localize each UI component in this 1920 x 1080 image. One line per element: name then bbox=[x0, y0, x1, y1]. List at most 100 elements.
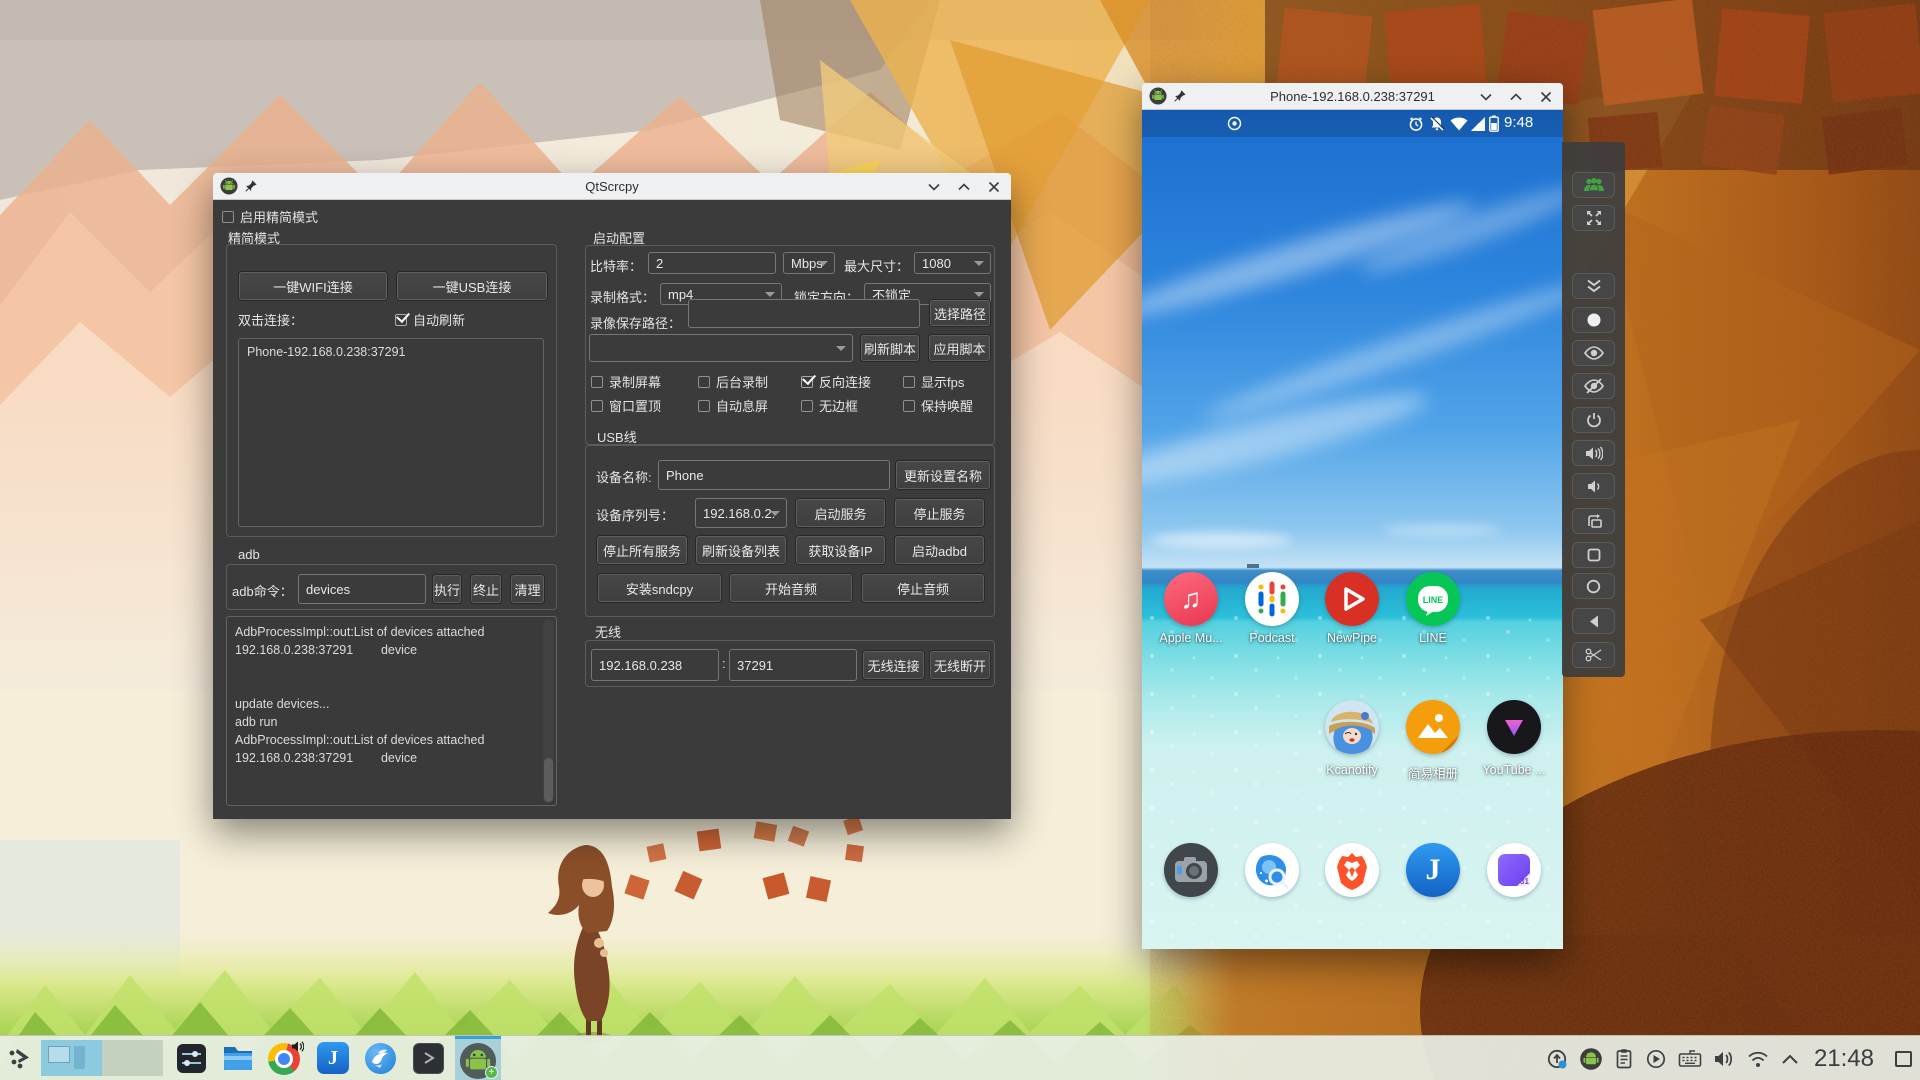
record-path-input[interactable] bbox=[688, 299, 920, 328]
bird-app-icon[interactable] bbox=[365, 1043, 396, 1074]
chrome-icon[interactable] bbox=[268, 1041, 302, 1075]
minimize-button[interactable] bbox=[927, 180, 941, 194]
network-tray-icon[interactable] bbox=[1746, 1049, 1770, 1069]
script-combo[interactable] bbox=[589, 334, 853, 362]
record-screen-checkbox[interactable]: 录制屏幕 bbox=[591, 372, 661, 391]
log-scrollbar-handle[interactable] bbox=[544, 758, 553, 802]
wireless-connect-button[interactable]: 无线连接 bbox=[862, 650, 925, 680]
device-name-input[interactable]: Phone bbox=[658, 460, 890, 490]
wireless-disconnect-button[interactable]: 无线断开 bbox=[929, 650, 991, 680]
volume-up-button[interactable] bbox=[1572, 440, 1615, 466]
rotate-screen-button[interactable] bbox=[1572, 508, 1615, 534]
refresh-device-button[interactable]: 刷新设备列表 bbox=[695, 535, 787, 565]
stop-audio-button[interactable]: 停止音频 bbox=[861, 573, 985, 603]
media-player-tray-icon[interactable] bbox=[1645, 1048, 1667, 1070]
apply-script-button[interactable]: 应用脚本 bbox=[928, 334, 991, 362]
log-scrollbar[interactable] bbox=[543, 619, 554, 803]
wireless-ip-input[interactable]: 192.168.0.238 bbox=[591, 649, 719, 681]
pager-desktop-1[interactable] bbox=[41, 1040, 102, 1076]
clear-button[interactable]: 清理 bbox=[510, 574, 545, 604]
minimize-button[interactable] bbox=[1479, 90, 1493, 104]
window-on-top-checkbox[interactable]: 窗口置顶 bbox=[591, 396, 661, 415]
wifi-connect-button[interactable]: 一键WIFI连接 bbox=[238, 271, 388, 301]
adb-cmd-input[interactable]: devices bbox=[298, 574, 426, 604]
joplin-taskbar-icon[interactable]: J bbox=[317, 1042, 349, 1074]
youtube-vanced-app-icon[interactable] bbox=[1487, 700, 1541, 754]
apple-music-app-icon[interactable]: ♫ bbox=[1164, 572, 1218, 626]
update-name-button[interactable]: 更新设置名称 bbox=[895, 460, 991, 490]
photo-search-app-icon[interactable] bbox=[1245, 843, 1299, 897]
background-record-checkbox[interactable]: 后台录制 bbox=[698, 372, 768, 391]
choose-path-button[interactable]: 选择路径 bbox=[929, 299, 991, 327]
stop-service-button[interactable]: 停止服务 bbox=[894, 498, 985, 528]
auto-refresh-checkbox[interactable]: 自动刷新 bbox=[395, 310, 465, 329]
update-tray-icon[interactable] bbox=[1546, 1048, 1568, 1070]
app-label[interactable]: LINE bbox=[1419, 631, 1447, 645]
power-button[interactable] bbox=[1572, 407, 1615, 433]
clipboard-tray-icon[interactable] bbox=[1614, 1048, 1634, 1070]
calendar-app-icon[interactable]: 31 bbox=[1487, 843, 1541, 897]
line-app-icon[interactable]: LINE bbox=[1406, 572, 1460, 626]
file-manager-icon[interactable] bbox=[222, 1043, 254, 1073]
app-label[interactable]: Kcanotify bbox=[1326, 763, 1377, 777]
android-tray-icon[interactable] bbox=[1579, 1047, 1603, 1071]
expand-notifications-button[interactable] bbox=[1572, 273, 1615, 299]
gallery-app-icon[interactable] bbox=[1406, 700, 1460, 754]
newpipe-app-icon[interactable] bbox=[1325, 572, 1379, 626]
show-fps-checkbox[interactable]: 显示fps bbox=[903, 372, 964, 391]
auto-screen-off-checkbox[interactable]: 自动息屏 bbox=[698, 396, 768, 415]
max-size-combo[interactable]: 1080 bbox=[914, 252, 991, 274]
app-label[interactable]: Apple Mu... bbox=[1159, 631, 1222, 645]
wireless-port-input[interactable]: 37291 bbox=[729, 649, 857, 681]
phone-titlebar[interactable]: Phone-192.168.0.238:37291 bbox=[1142, 83, 1563, 110]
get-ip-button[interactable]: 获取设备IP bbox=[795, 535, 886, 565]
app-switch-button[interactable] bbox=[1572, 542, 1615, 568]
home-button[interactable] bbox=[1572, 573, 1615, 599]
terminate-button[interactable]: 终止 bbox=[470, 574, 502, 604]
execute-button[interactable]: 执行 bbox=[432, 574, 462, 604]
settings-app-icon[interactable] bbox=[177, 1044, 206, 1073]
close-button[interactable] bbox=[1539, 90, 1553, 104]
stop-all-button[interactable]: 停止所有服务 bbox=[596, 535, 688, 565]
joplin-app-icon[interactable]: J bbox=[1406, 843, 1460, 897]
qtscrcpy-titlebar[interactable]: QtScrcpy bbox=[213, 173, 1011, 200]
app-launcher-button[interactable] bbox=[7, 1044, 35, 1072]
group-control-button[interactable] bbox=[1572, 172, 1615, 198]
camera-app-icon[interactable] bbox=[1164, 843, 1218, 897]
adb-log[interactable]: AdbProcessImpl::out:List of devices atta… bbox=[226, 616, 557, 806]
bitrate-input[interactable]: 2 bbox=[648, 252, 776, 274]
keep-awake-checkbox[interactable]: 保持唤醒 bbox=[903, 396, 973, 415]
app-label[interactable]: NewPipe bbox=[1327, 631, 1377, 645]
close-button[interactable] bbox=[987, 180, 1001, 194]
app-label[interactable]: 简易相册 bbox=[1408, 763, 1458, 782]
app-label[interactable]: YouTube ... bbox=[1482, 763, 1545, 777]
fullscreen-button[interactable] bbox=[1572, 205, 1615, 231]
refresh-script-button[interactable]: 刷新脚本 bbox=[860, 334, 920, 362]
device-list-item[interactable]: Phone-192.168.0.238:37291 bbox=[247, 343, 405, 361]
screen-on-button[interactable] bbox=[1572, 340, 1615, 366]
usb-connect-button[interactable]: 一键USB连接 bbox=[396, 271, 548, 301]
volume-down-button[interactable] bbox=[1572, 473, 1615, 499]
app-label[interactable]: Podcast bbox=[1249, 631, 1294, 645]
qtscrcpy-task-button[interactable]: + bbox=[455, 1036, 501, 1080]
touch-toggle-button[interactable] bbox=[1572, 307, 1615, 333]
serial-combo[interactable]: 192.168.0.2: bbox=[695, 498, 787, 528]
kcanotify-app-icon[interactable] bbox=[1325, 700, 1379, 754]
maximize-button[interactable] bbox=[1509, 90, 1523, 104]
start-adbd-button[interactable]: 启动adbd bbox=[894, 535, 985, 565]
device-list[interactable]: Phone-192.168.0.238:37291 bbox=[238, 338, 544, 527]
screenshot-button[interactable] bbox=[1572, 642, 1615, 668]
brave-app-icon[interactable] bbox=[1325, 843, 1379, 897]
tray-expand-caret[interactable] bbox=[1781, 1053, 1799, 1065]
virtual-desktop-pager[interactable] bbox=[41, 1040, 163, 1076]
screen-off-button[interactable] bbox=[1572, 373, 1615, 399]
pager-desktop-2[interactable] bbox=[102, 1040, 163, 1076]
start-service-button[interactable]: 启动服务 bbox=[795, 498, 886, 528]
reverse-connect-checkbox[interactable]: 反向连接 bbox=[801, 372, 871, 391]
podcast-app-icon[interactable] bbox=[1245, 572, 1299, 626]
start-audio-button[interactable]: 开始音频 bbox=[729, 573, 853, 603]
volume-tray-icon[interactable] bbox=[1713, 1049, 1735, 1069]
enable-simple-mode-checkbox[interactable]: 启用精简模式 bbox=[222, 207, 318, 226]
phone-screen[interactable]: 9:48 ♫ LINE Apple Mu... Podcast bbox=[1142, 110, 1563, 949]
bitrate-unit-combo[interactable]: Mbps bbox=[783, 252, 835, 274]
